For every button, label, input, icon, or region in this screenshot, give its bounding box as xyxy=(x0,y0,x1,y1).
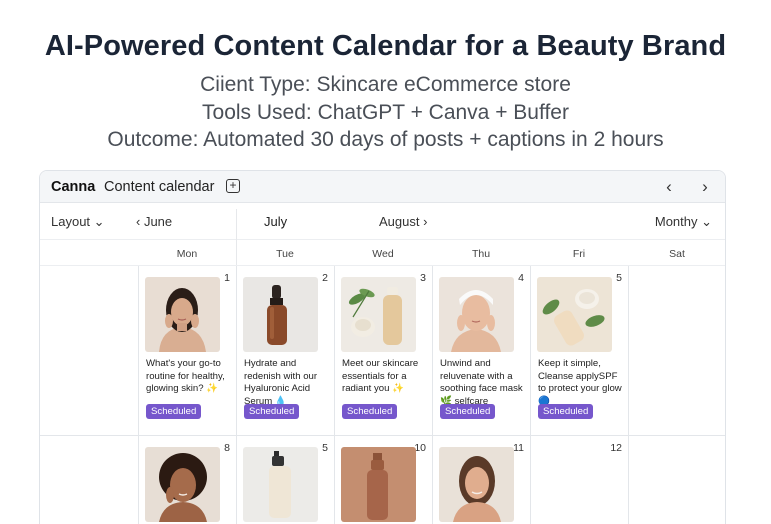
brand-name: Canna xyxy=(51,179,96,195)
calendar-cell-empty xyxy=(40,266,138,435)
date-number: 11 xyxy=(513,442,524,454)
calendar-cell-empty xyxy=(40,436,138,524)
app-topbar: Canna Content calendar + ‹ › xyxy=(40,171,725,203)
status-badge[interactable]: Scheduled xyxy=(538,404,594,419)
calendar-cell-12[interactable]: 12 xyxy=(530,436,628,524)
date-number: 8 xyxy=(224,442,230,454)
post-thumbnail-woman-curly-hair[interactable] xyxy=(145,447,220,522)
content-calendar-app: Canna Content calendar + ‹ › Layout ⌄ ‹ … xyxy=(39,170,726,524)
post-caption: Unwind and reluvenate with a soothing fa… xyxy=(440,358,523,408)
calendar-cell-empty xyxy=(628,436,725,524)
date-number: 5 xyxy=(616,272,622,284)
calendar-cell-empty xyxy=(628,266,725,435)
outcome-line: Outcome: Automated 30 days of posts + ca… xyxy=(107,128,664,151)
post-thumbnail-dropper-bottle[interactable] xyxy=(243,277,318,352)
app-title: Content calendar xyxy=(104,179,215,195)
calendar-grid: 1 What's your go-to routine for healthy,… xyxy=(40,266,725,524)
tools-used-line: Tools Used: ChatGPT + Canva + Buffer xyxy=(202,101,569,124)
date-number: 12 xyxy=(610,442,622,454)
post-caption: Hydrate and redenish with our Hyaluronic… xyxy=(244,358,318,408)
calendar-cell-1[interactable]: 1 What's your go-to routine for healthy,… xyxy=(138,266,236,435)
date-number: 1 xyxy=(224,272,230,284)
date-number: 10 xyxy=(414,442,426,454)
day-label-thu: Thu xyxy=(471,248,491,260)
day-label-wed: Wed xyxy=(372,248,394,260)
post-caption: Meet our skincare essentials for a radia… xyxy=(342,358,419,395)
day-label-tue: Tue xyxy=(276,248,294,260)
status-badge[interactable]: Scheduled xyxy=(342,404,398,419)
status-badge[interactable]: Scheduled xyxy=(440,404,496,419)
day-label-sat: Sat xyxy=(669,248,685,260)
calendar-week-1: 1 What's your go-to routine for healthy,… xyxy=(40,266,725,436)
calendar-cell-2[interactable]: 2 Hydrate and redenish with our Hyaluron… xyxy=(236,266,334,435)
calendar-cell-8[interactable]: 8 xyxy=(138,436,236,524)
current-month-label: July xyxy=(264,214,288,229)
date-number: 3 xyxy=(420,272,426,284)
status-badge[interactable]: Scheduled xyxy=(244,404,300,419)
calendar-cell-4[interactable]: 4 Unwind and reluvenate with a soothing … xyxy=(432,266,530,435)
date-number: 5 xyxy=(322,442,328,454)
date-number: 4 xyxy=(518,272,524,284)
plus-square-icon[interactable]: + xyxy=(226,179,240,193)
next-month-link[interactable]: August › xyxy=(379,214,427,229)
post-thumbnail-terracotta-bottle[interactable] xyxy=(341,447,416,522)
post-thumbnail-woman-headband[interactable] xyxy=(439,277,514,352)
client-type-line: Ciient Type: Skincare eCommerce store xyxy=(200,73,571,96)
calendar-cell-5[interactable]: 5 Keep it simple, Cleanse applySPF to pr… xyxy=(530,266,628,435)
date-number: 2 xyxy=(322,272,328,284)
chevron-left-icon[interactable]: ‹ xyxy=(661,177,677,197)
calendar-cell-10[interactable]: 10 xyxy=(334,436,432,524)
day-label-mon: Mon xyxy=(176,248,198,260)
layout-dropdown[interactable]: Layout ⌄ xyxy=(51,214,105,230)
calendar-week-2: 8 5 10 11 12 xyxy=(40,436,725,524)
post-thumbnail-skincare-products[interactable] xyxy=(341,277,416,352)
calendar-cell-11[interactable]: 11 xyxy=(432,436,530,524)
post-caption: Keep it simple, Cleanse applySPF to prot… xyxy=(538,358,622,408)
view-dropdown[interactable]: Monthy ⌄ xyxy=(655,214,712,230)
day-label-fri: Fri xyxy=(572,248,586,260)
chevron-right-icon[interactable]: › xyxy=(697,177,713,197)
status-badge[interactable]: Scheduled xyxy=(146,404,202,419)
weekday-header: Mon Tue Wed Thu Fri Sat xyxy=(40,240,725,266)
prev-month-link[interactable]: ‹ June xyxy=(136,214,172,229)
calendar-cell-3[interactable]: 3 Meet our skincare essentials for a rad… xyxy=(334,266,432,435)
post-thumbnail-pump-bottle[interactable] xyxy=(243,447,318,522)
post-caption: What's your go-to routine for healthy, g… xyxy=(146,358,225,395)
post-thumbnail-woman-portrait[interactable] xyxy=(145,277,220,352)
calendar-cell-5b[interactable]: 5 xyxy=(236,436,334,524)
post-thumbnail-woman-smiling[interactable] xyxy=(439,447,514,522)
page-title: AI-Powered Content Calendar for a Beauty… xyxy=(44,30,727,62)
month-toolbar: Layout ⌄ ‹ June July August › Monthy ⌄ xyxy=(40,203,725,269)
post-thumbnail-cream-tube[interactable] xyxy=(537,277,612,352)
